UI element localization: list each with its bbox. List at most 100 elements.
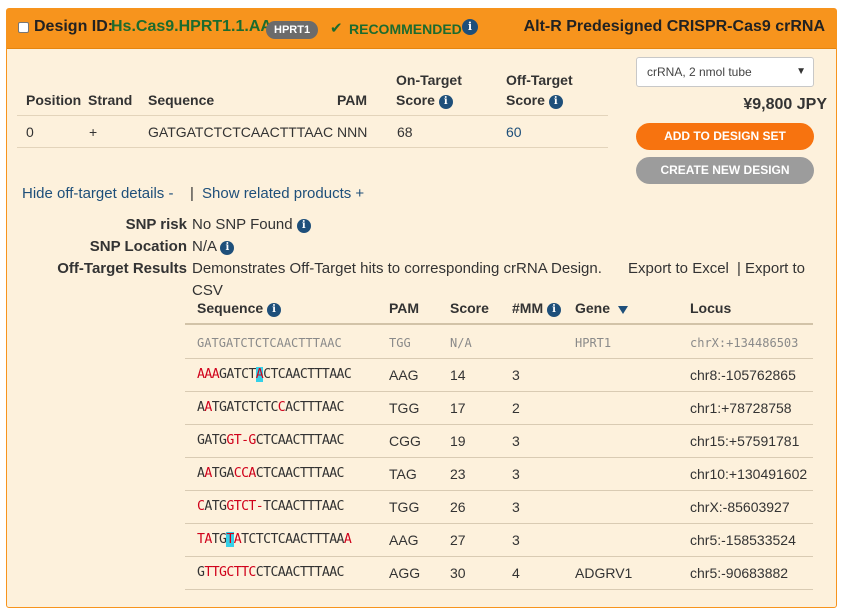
row-divider — [185, 391, 813, 392]
ot-cell-locus: chr5:-158533524 — [690, 532, 796, 548]
snp-location-value: N/A i — [192, 238, 235, 255]
row-divider — [185, 358, 813, 359]
product-size-select[interactable]: crRNA, 2 nmol tube ▼ — [636, 57, 814, 87]
ot-cell-sequence: AATGACCACTCAACTTTAAC — [197, 466, 345, 481]
export-csv-link[interactable]: Export to — [745, 260, 805, 277]
summary-divider — [17, 115, 608, 116]
ot-cell-mm: 4 — [512, 565, 520, 581]
ot-cell-score: 14 — [450, 367, 466, 383]
ot-cell-locus: chr10:+130491602 — [690, 466, 808, 482]
off-target-results-text: Demonstrates Off-Target hits to correspo… — [192, 260, 602, 277]
ot-cell-mm: 3 — [512, 433, 520, 449]
ot-cell-sequence: CATGGTCT-TCAACTTTAAC — [197, 499, 345, 514]
ot-cell-locus: chr8:-105762865 — [690, 367, 796, 383]
ot-col-mm: #MM i — [512, 300, 562, 317]
ot-cell-score: 23 — [450, 466, 466, 482]
snp-location-label: SNP Location — [89, 238, 187, 255]
col-position-header: Position — [26, 92, 82, 108]
select-design-checkbox[interactable] — [18, 22, 29, 33]
info-icon[interactable]: i — [220, 241, 235, 255]
col-strand-header: Strand — [88, 92, 133, 108]
filter-icon[interactable] — [617, 306, 628, 314]
price: ¥9,800 JPY — [743, 96, 827, 113]
design-id-link[interactable]: Hs.Cas9.HPRT1.1.AA — [111, 18, 272, 36]
info-icon[interactable]: i — [267, 303, 282, 317]
info-icon[interactable]: i — [296, 219, 311, 233]
add-to-design-set-button[interactable]: ADD TO DESIGN SET — [636, 123, 814, 150]
ot-cell-score: 19 — [450, 433, 466, 449]
ot-cell-mm: 2 — [512, 400, 520, 416]
ot-cell-pam: TGG — [389, 400, 420, 416]
ot-cell-pam: CGG — [389, 433, 421, 449]
recommended-label: RECOMMENDED — [349, 21, 462, 37]
ot-col-gene[interactable]: Gene — [575, 300, 628, 316]
ot-cell-gene: ADGRV1 — [575, 565, 633, 581]
snp-risk-label: SNP risk — [125, 216, 187, 233]
checkmark-icon: ✔ — [330, 20, 343, 37]
row-divider — [185, 424, 813, 425]
ot-cell-sequence: TATGTATCTCTCAACTTTAAA — [197, 532, 352, 547]
col-off-target-header: Off-Target Score i — [506, 72, 573, 109]
ot-cell-gene: HPRT1 — [575, 336, 612, 350]
ot-cell-locus: chr15:+57591781 — [690, 433, 800, 449]
ot-cell-pam: TGG — [389, 336, 411, 350]
product-size-value: crRNA, 2 nmol tube — [647, 65, 752, 79]
export-separator: | — [737, 260, 741, 277]
summary-on-target-score: 68 — [397, 124, 413, 140]
off-target-results-label: Off-Target Results — [57, 260, 187, 277]
info-icon[interactable]: i — [547, 303, 562, 317]
hide-off-target-link[interactable]: Hide off-target details - — [22, 185, 173, 202]
ot-cell-sequence: GTTGCTTCCTCAACTTTAAC — [197, 565, 345, 580]
create-new-design-button[interactable]: CREATE NEW DESIGN — [636, 157, 814, 184]
ot-cell-score: 17 — [450, 400, 466, 416]
ot-cell-score: 30 — [450, 565, 466, 581]
export-csv-link-cont[interactable]: CSV — [192, 282, 223, 299]
design-header: Design ID: Hs.Cas9.HPRT1.1.AA HPRT1 ✔ RE… — [7, 9, 836, 49]
ot-cell-pam: AAG — [389, 367, 419, 383]
ot-cell-mm: 3 — [512, 499, 520, 515]
ot-col-sequence: Sequence i — [197, 300, 282, 317]
ot-cell-pam: TGG — [389, 499, 420, 515]
ot-cell-locus: chrX:+134486503 — [690, 336, 799, 350]
info-icon[interactable]: i — [548, 95, 563, 109]
chevron-down-icon: ▼ — [796, 66, 806, 77]
ot-cell-mm: 3 — [512, 367, 520, 383]
row-divider — [185, 490, 813, 491]
ot-cell-pam: TAG — [389, 466, 417, 482]
gene-badge: HPRT1 — [266, 21, 319, 39]
ot-cell-sequence: AAAGATCTACTCAACTTTAAC — [197, 367, 352, 382]
info-icon[interactable]: i — [438, 95, 453, 109]
snp-risk-value: No SNP Found i — [192, 216, 311, 233]
ot-cell-mm: 3 — [512, 532, 520, 548]
summary-divider — [17, 147, 608, 148]
link-separator: | — [190, 185, 194, 202]
summary-off-target-score[interactable]: 60 — [506, 124, 522, 140]
ot-cell-locus: chr1:+78728758 — [690, 400, 792, 416]
info-icon[interactable]: i — [462, 19, 478, 35]
row-divider — [185, 523, 813, 524]
summary-position: 0 — [26, 124, 34, 140]
ot-cell-pam: AGG — [389, 565, 421, 581]
ot-col-locus: Locus — [690, 300, 732, 316]
show-related-products-link[interactable]: Show related products + — [202, 185, 364, 202]
ot-cell-locus: chrX:-85603927 — [690, 499, 790, 515]
summary-pam: NNN — [337, 124, 368, 140]
summary-sequence: GATGATCTCTCAACTTTAAC — [148, 124, 334, 140]
ot-cell-score: 26 — [450, 499, 466, 515]
ot-cell-score: N/A — [450, 336, 472, 350]
ot-cell-sequence: AATGATCTCTCCACTTTAAC — [197, 400, 345, 415]
col-pam-header: PAM — [337, 92, 368, 108]
ot-header-divider — [185, 323, 813, 325]
product-title: Alt-R Predesigned CRISPR-Cas9 crRNA — [523, 18, 825, 35]
row-divider — [185, 457, 813, 458]
summary-strand: + — [89, 124, 98, 140]
ot-cell-pam: AAG — [389, 532, 419, 548]
row-divider — [185, 589, 813, 590]
ot-col-pam: PAM — [389, 300, 420, 316]
col-on-target-header: On-Target Score i — [396, 72, 462, 109]
row-divider — [185, 556, 813, 557]
export-excel-link[interactable]: Export to Excel — [628, 260, 729, 277]
col-sequence-header: Sequence — [148, 92, 215, 108]
ot-cell-score: 27 — [450, 532, 466, 548]
design-id-label: Design ID: — [34, 18, 114, 35]
